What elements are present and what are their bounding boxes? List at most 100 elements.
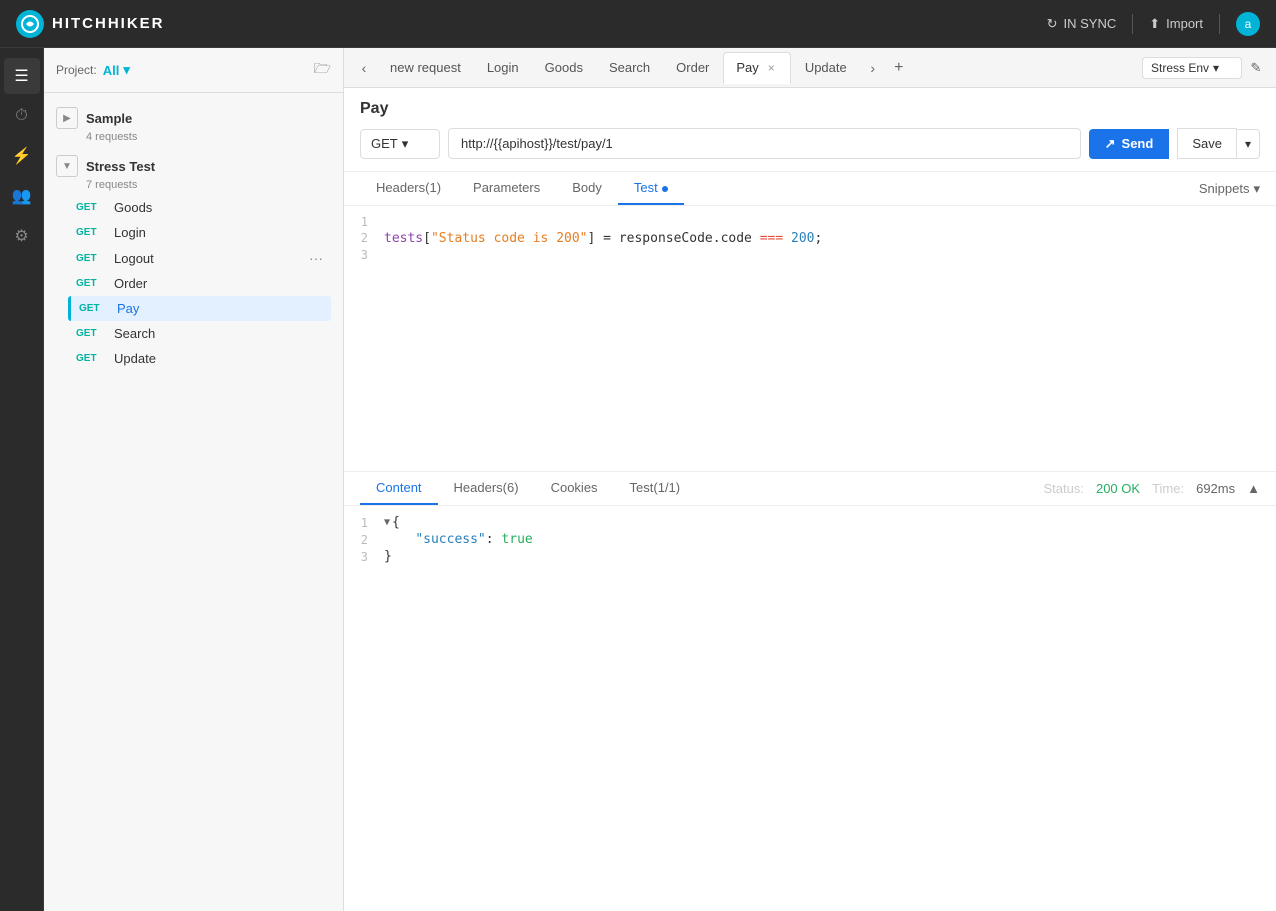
- tab-search[interactable]: Search: [597, 52, 662, 84]
- project-selector[interactable]: All ▾: [103, 62, 130, 78]
- collapse-button[interactable]: ▲: [1247, 481, 1260, 496]
- send-button[interactable]: ↗ Send: [1089, 129, 1170, 159]
- tab-add-button[interactable]: +: [887, 56, 911, 80]
- tab-pay-close[interactable]: ×: [765, 60, 778, 76]
- env-value: Stress Env: [1151, 61, 1209, 75]
- request-list: GET Goods GET Login GET Logout ··· GET: [68, 195, 331, 371]
- request-name-search: Search: [114, 326, 155, 341]
- icon-sidebar: ☰ ⏱ ⚡ 👥 ⚙: [0, 48, 44, 911]
- edit-env-button[interactable]: ✎: [1244, 56, 1268, 80]
- method-badge-update: GET: [76, 353, 106, 364]
- json-line-3: 3 }: [344, 548, 1276, 565]
- method-badge-logout: GET: [76, 253, 106, 264]
- sidebar-item-environment[interactable]: ⚡: [4, 138, 40, 174]
- snippets-label: Snippets: [1199, 181, 1250, 196]
- import-button[interactable]: ⬆ Import: [1149, 16, 1203, 32]
- response-tab-cookies[interactable]: Cookies: [535, 472, 614, 505]
- request-logout[interactable]: GET Logout ···: [68, 245, 331, 271]
- save-btn-group: Save ▾: [1177, 128, 1260, 159]
- tab-pay[interactable]: Pay ×: [723, 52, 790, 84]
- sidebar-item-collections[interactable]: ☰: [4, 58, 40, 94]
- response-tab-content[interactable]: Content: [360, 472, 438, 505]
- request-area: Pay GET ▾ ↗ Send Save ▾: [344, 88, 1276, 172]
- collection-stress-test-header[interactable]: ▼ Stress Test: [56, 155, 331, 177]
- tab-order-label: Order: [676, 60, 709, 75]
- app-title: HITCHHIKER: [52, 15, 165, 32]
- collection-sample-meta: 4 requests: [86, 131, 331, 143]
- project-label: Project:: [56, 63, 97, 77]
- sync-button[interactable]: ↻ IN SYNC: [1047, 16, 1117, 32]
- collection-sample: ▶ Sample 4 requests: [44, 101, 343, 149]
- sub-tab-test-label: Test: [634, 180, 658, 195]
- navbar-right: ↻ IN SYNC ⬆ Import a: [1047, 12, 1260, 36]
- request-goods[interactable]: GET Goods: [68, 195, 331, 220]
- sub-tab-parameters[interactable]: Parameters: [457, 172, 556, 205]
- request-name-order: Order: [114, 276, 147, 291]
- save-dropdown-button[interactable]: ▾: [1237, 129, 1260, 159]
- request-order[interactable]: GET Order: [68, 271, 331, 296]
- left-panel-header: Project: All ▾ 🗁: [44, 48, 343, 93]
- code-line-1: 1: [344, 214, 1276, 230]
- json-content-2: "success": true: [384, 532, 533, 547]
- request-pay[interactable]: GET Pay: [68, 296, 331, 321]
- tab-update[interactable]: Update: [793, 52, 859, 84]
- tab-next-button[interactable]: ›: [861, 56, 885, 80]
- tab-goods[interactable]: Goods: [533, 52, 595, 84]
- sub-tab-body[interactable]: Body: [556, 172, 618, 205]
- collection-sample-icon: ▶: [56, 107, 78, 129]
- request-search[interactable]: GET Search: [68, 321, 331, 346]
- code-line-2: 2 tests["Status code is 200"] = response…: [344, 230, 1276, 247]
- tab-login[interactable]: Login: [475, 52, 531, 84]
- response-tab-content-label: Content: [376, 480, 422, 495]
- save-label: Save: [1192, 136, 1222, 151]
- tab-new-request-label: new request: [390, 60, 461, 75]
- collection-list: ▶ Sample 4 requests ▼ Stress Test 7 requ…: [44, 93, 343, 911]
- tab-order[interactable]: Order: [664, 52, 721, 84]
- line-num-2: 2: [344, 231, 384, 245]
- team-icon: 👥: [12, 186, 32, 206]
- pencil-icon: ✎: [1251, 60, 1262, 76]
- tab-bar: ‹ new request Login Goods Search Order P…: [344, 48, 1276, 88]
- test-code-editor[interactable]: 1 2 tests["Status code is 200"] = respon…: [344, 206, 1276, 472]
- divider-1: [1132, 14, 1133, 34]
- response-tab-test[interactable]: Test(1/1): [614, 472, 697, 505]
- tab-goods-label: Goods: [545, 60, 583, 75]
- sidebar-item-team[interactable]: 👥: [4, 178, 40, 214]
- collection-sample-header[interactable]: ▶ Sample: [56, 107, 331, 129]
- sidebar-item-history[interactable]: ⏱: [4, 98, 40, 134]
- request-name-logout: Logout: [114, 251, 154, 266]
- method-select[interactable]: GET ▾: [360, 129, 440, 159]
- json-expand-1[interactable]: ▼: [384, 517, 390, 528]
- tab-new-request[interactable]: new request: [378, 52, 473, 84]
- request-login[interactable]: GET Login: [68, 220, 331, 245]
- tab-search-label: Search: [609, 60, 650, 75]
- method-badge-goods: GET: [76, 202, 106, 213]
- json-line-num-3: 3: [344, 550, 384, 564]
- sidebar-item-settings[interactable]: ⚙: [4, 218, 40, 254]
- request-update[interactable]: GET Update: [68, 346, 331, 371]
- method-badge-login: GET: [76, 227, 106, 238]
- response-area: Content Headers(6) Cookies Test(1/1) Sta…: [344, 472, 1276, 911]
- time-value: 692ms: [1196, 481, 1235, 496]
- tab-prev-button[interactable]: ‹: [352, 56, 376, 80]
- url-input[interactable]: [448, 128, 1081, 159]
- sub-tab-test[interactable]: Test: [618, 172, 684, 205]
- collection-stress-test: ▼ Stress Test 7 requests GET Goods GET L…: [44, 149, 343, 377]
- url-bar: GET ▾ ↗ Send Save ▾: [360, 128, 1260, 159]
- method-badge-search: GET: [76, 328, 106, 339]
- new-collection-button[interactable]: 🗁: [314, 58, 331, 82]
- user-menu-button[interactable]: a: [1236, 12, 1260, 36]
- navbar: HITCHHIKER ↻ IN SYNC ⬆ Import a: [0, 0, 1276, 48]
- snippets-button[interactable]: Snippets ▾: [1199, 181, 1260, 197]
- request-more-logout[interactable]: ···: [309, 250, 323, 266]
- tab-login-label: Login: [487, 60, 519, 75]
- env-selector[interactable]: Stress Env ▾: [1142, 57, 1242, 79]
- save-button[interactable]: Save: [1177, 128, 1237, 159]
- json-content-3: }: [384, 549, 392, 564]
- request-name-update: Update: [114, 351, 156, 366]
- request-name-login: Login: [114, 225, 146, 240]
- sub-tab-headers[interactable]: Headers(1): [360, 172, 457, 205]
- status-value: 200 OK: [1096, 481, 1140, 496]
- line-num-1: 1: [344, 215, 384, 229]
- response-tab-headers[interactable]: Headers(6): [438, 472, 535, 505]
